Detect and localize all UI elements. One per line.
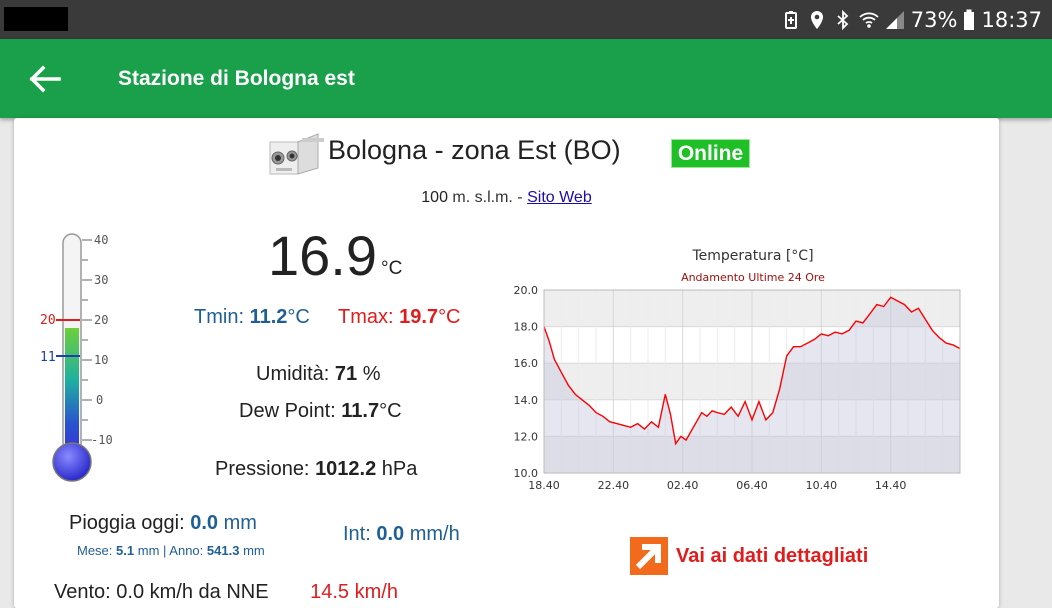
- rain-int-unit: mm/h: [409, 523, 460, 545]
- x-tick-label: 14.40: [875, 479, 907, 492]
- location-icon: [810, 11, 823, 29]
- humidity-label: Umidità:: [256, 363, 330, 385]
- arrow-left-icon: [29, 65, 61, 93]
- rain-intensity-row: Int: 0.0 mm/h: [343, 523, 460, 546]
- rain-year-value: 541.3: [206, 543, 240, 558]
- battery-icon: [964, 9, 975, 30]
- page-title: Stazione di Bologna est: [118, 67, 355, 90]
- website-link[interactable]: Sito Web: [527, 189, 592, 206]
- wind-row: Vento: 0.0 km/h da NNE 14.5 km/h: [54, 581, 398, 604]
- y-tick-label: 20.0: [514, 284, 539, 297]
- tmax-row: Tmax: 19.7°C: [338, 306, 461, 329]
- thermometer: 40 30 20 10 0 -10 20 11: [40, 233, 113, 482]
- pressure-label: Pressione:: [215, 458, 310, 480]
- tmax-unit: °C: [438, 306, 461, 328]
- rain-unit: mm: [223, 512, 257, 534]
- x-tick-label: 06.40: [736, 479, 768, 492]
- wifi-icon: [859, 12, 879, 28]
- scale-label: 0: [96, 393, 103, 407]
- y-tick-label: 14.0: [514, 394, 539, 407]
- y-tick-label: 18.0: [514, 321, 539, 334]
- station-name: Bologna - zona Est (BO): [328, 135, 621, 165]
- rain-year-label: Anno:: [169, 543, 204, 558]
- y-tick-label: 16.0: [514, 357, 539, 370]
- pressure-unit: hPa: [381, 458, 418, 480]
- humidity-unit: %: [362, 363, 381, 385]
- temperature-unit: °C: [381, 258, 403, 279]
- chart-title: Temperatura [°C]: [691, 248, 813, 264]
- rain-month-label: Mese:: [77, 543, 113, 558]
- x-tick-label: 02.40: [667, 479, 699, 492]
- humidity-row: Umidità: 71 %: [256, 363, 381, 386]
- rain-month-value: 5.1: [116, 543, 135, 558]
- dew-point-value: 11.7: [341, 400, 380, 422]
- back-button[interactable]: [26, 61, 66, 97]
- scale-label: 20: [94, 313, 108, 327]
- clock: 18:37: [981, 8, 1042, 32]
- wind-text: Vento: 0.0 km/h da NNE: [54, 581, 269, 603]
- detailed-data-link[interactable]: Vai ai dati dettagliati: [630, 536, 868, 576]
- wind-gust: 14.5 km/h: [310, 581, 398, 603]
- arrow-up-right-icon: [630, 537, 668, 575]
- tmin-unit: °C: [287, 306, 310, 328]
- tmin-label: Tmin:: [194, 306, 244, 328]
- signal-icon: [885, 11, 904, 29]
- pressure-value: 1012.2: [315, 458, 377, 480]
- x-tick-label: 10.40: [806, 479, 838, 492]
- tmax-marker-label: 20: [40, 313, 56, 328]
- scale-label: 10: [94, 353, 108, 367]
- battery-saver-icon: [784, 11, 797, 29]
- rain-label: Pioggia oggi:: [69, 512, 185, 534]
- altitude-row: 100 m. s.l.m. - Sito Web: [14, 189, 999, 207]
- tmax-label: Tmax:: [338, 306, 394, 328]
- tmin-row: Tmin: 11.2°C: [194, 306, 310, 329]
- status-icons: 73% 18:37: [781, 6, 1042, 34]
- current-temperature: 16.9: [268, 224, 377, 287]
- bluetooth-icon: [837, 10, 849, 30]
- tmax-value: 19.7: [399, 306, 439, 328]
- rain-totals: Mese: 5.1 mm | Anno: 541.3 mm: [77, 543, 265, 558]
- detailed-data-label: Vai ai dati dettagliati: [676, 544, 869, 567]
- scale-label: -10: [91, 433, 113, 447]
- status-bar-notification: [4, 7, 68, 31]
- rain-year-unit: mm: [243, 543, 265, 558]
- battery-percent: 73%: [910, 8, 958, 32]
- temperature-chart: Temperatura [°C] Andamento Ultime 24 Ore…: [514, 248, 961, 492]
- altitude-unit: m. s.l.m. -: [452, 189, 523, 206]
- rain-int-label: Int:: [343, 523, 371, 545]
- status-bar: 73% 18:37: [0, 0, 1052, 39]
- rain-value: 0.0: [190, 512, 219, 534]
- status-badge: Online: [671, 139, 750, 168]
- station-card: Bologna - zona Est (BO) Online 100 m. s.…: [14, 118, 999, 608]
- scale-label: 30: [94, 273, 108, 287]
- tmin-marker-label: 11: [40, 350, 56, 365]
- webcam-icon: [269, 133, 324, 175]
- y-tick-label: 12.0: [514, 430, 539, 443]
- rain-month-unit: mm |: [137, 543, 167, 558]
- rain-int-value: 0.0: [376, 523, 405, 545]
- dew-point-label: Dew Point:: [239, 400, 336, 422]
- chart-subtitle: Andamento Ultime 24 Ore: [681, 271, 825, 284]
- scale-label: 40: [94, 233, 108, 247]
- x-tick-label: 22.40: [598, 479, 630, 492]
- thermometer-scale: [82, 239, 92, 441]
- altitude-value: 100: [421, 189, 448, 206]
- rain-row: Pioggia oggi: 0.0 mm: [69, 512, 257, 535]
- x-tick-label: 18.40: [528, 479, 560, 492]
- tmin-value: 11.2: [249, 306, 288, 328]
- dew-point-row: Dew Point: 11.7°C: [239, 400, 402, 423]
- humidity-value: 71: [334, 363, 358, 385]
- dew-point-unit: °C: [379, 400, 402, 422]
- app-bar: Stazione di Bologna est: [0, 39, 1052, 118]
- pressure-row: Pressione: 1012.2 hPa: [215, 458, 417, 481]
